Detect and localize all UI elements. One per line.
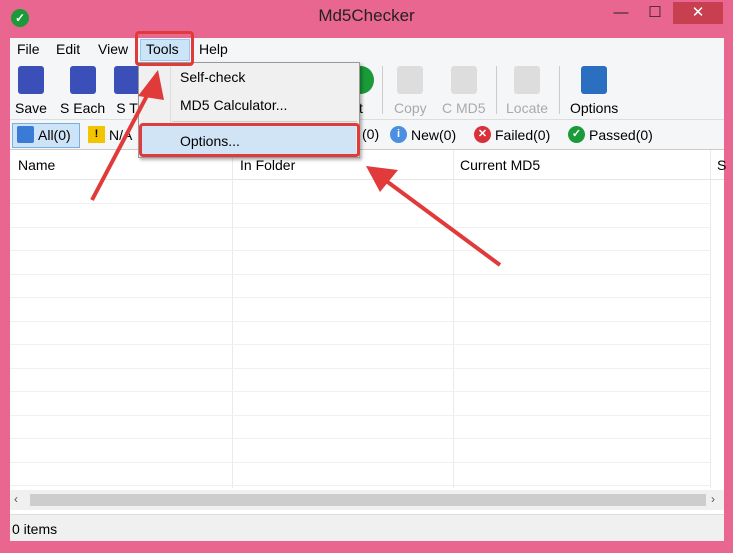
- arrow-to-tools: [90, 89, 152, 201]
- arrow-to-options: [383, 178, 502, 267]
- arrowhead-icon: [138, 70, 164, 100]
- annotation-arrows: [90, 70, 502, 267]
